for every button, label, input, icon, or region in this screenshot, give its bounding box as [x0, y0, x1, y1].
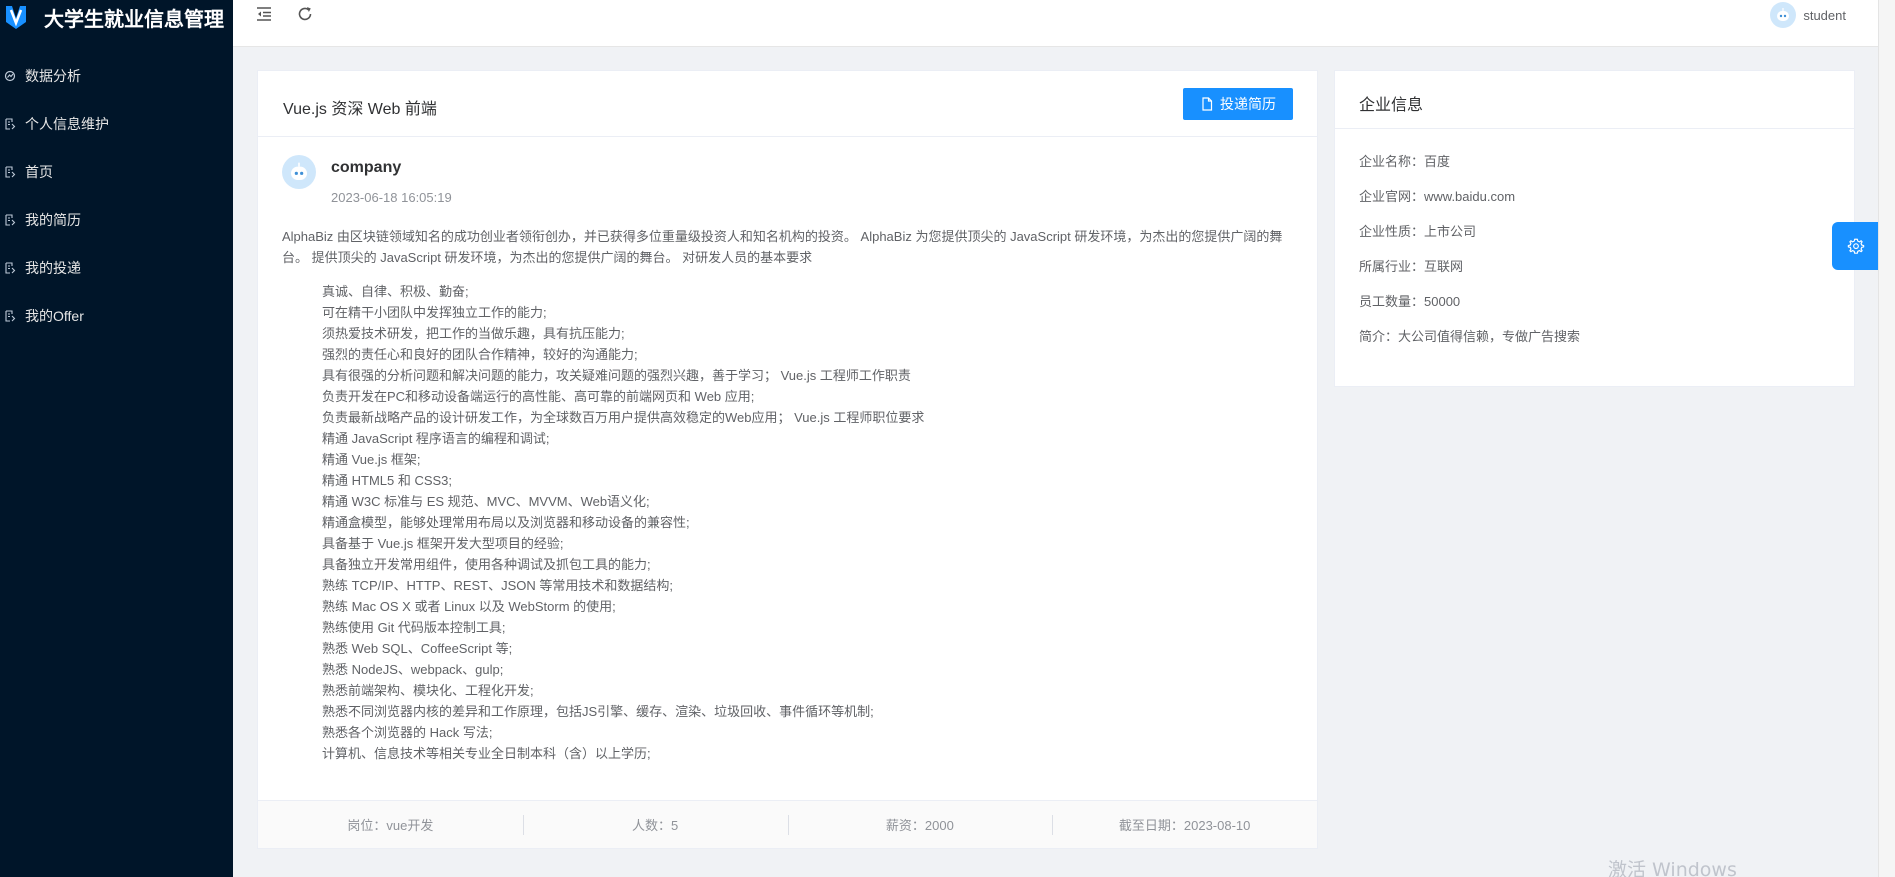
sidebar-item-home[interactable]: 首页	[0, 148, 233, 196]
list-item: 计算机、信息技术等相关专业全日制本科（含）以上学历;	[322, 746, 651, 761]
job-title: Vue.js 资深 Web 前端	[283, 101, 437, 118]
settings-button[interactable]	[1832, 222, 1880, 270]
list-item: 熟悉不同浏览器内核的差异和工作原理，包括JS引擎、缓存、渲染、垃圾回收、事件循环…	[322, 704, 874, 719]
list-item: 精通盒模型，能够处理常用布局以及浏览器和移动设备的兼容性;	[322, 515, 690, 530]
list-item: 熟悉 Web SQL、CoffeeScript 等;	[322, 641, 513, 656]
document-icon	[3, 117, 17, 131]
sidebar-item-my-resume[interactable]: 我的简历	[0, 196, 233, 244]
apply-resume-button[interactable]: 投递简历	[1183, 88, 1293, 120]
collapse-menu-icon	[257, 7, 271, 21]
job-deadline: 截至日期：2023-08-10	[1052, 801, 1317, 848]
poster-name: company	[331, 159, 402, 176]
requirements-list: 真诚、自律、积极、勤奋; 可在精干小团队中发挥独立工作的能力; 须热爱技术研发，…	[322, 281, 924, 764]
collapse-menu-button[interactable]	[252, 2, 276, 26]
company-website-field: 企业官网：www.baidu.com	[1359, 189, 1516, 204]
job-headcount: 人数：5	[522, 801, 788, 848]
company-info-card: 企业信息 企业名称：百度 企业官网：www.baidu.com 企业性质：上市公…	[1334, 70, 1855, 387]
list-item: 强烈的责任心和良好的团队合作精神，较好的沟通能力;	[322, 347, 638, 362]
list-item: 熟练使用 Git 代码版本控制工具;	[322, 620, 506, 635]
sidebar-item-label: 数据分析	[25, 68, 81, 84]
company-section-title: 企业信息	[1359, 97, 1424, 114]
sidebar-item-label: 我的Offer	[25, 308, 84, 324]
company-name-field: 企业名称：百度	[1359, 154, 1451, 169]
document-icon	[3, 309, 17, 323]
sidebar-item-profile[interactable]: 个人信息维护	[0, 100, 233, 148]
list-item: 可在精干小团队中发挥独立工作的能力;	[322, 305, 547, 320]
document-icon	[3, 213, 17, 227]
company-employees-field: 员工数量：50000	[1359, 294, 1461, 309]
refresh-button[interactable]	[293, 2, 317, 26]
app-title: 大学生就业信息管理	[44, 8, 224, 31]
job-salary: 薪资：2000	[787, 801, 1053, 848]
refresh-icon	[298, 7, 312, 21]
sidebar-item-label: 个人信息维护	[25, 116, 109, 132]
job-detail-card: Vue.js 资深 Web 前端 投递简历 company 2023-06-18…	[257, 70, 1318, 849]
logo-icon	[6, 6, 26, 29]
list-item: 精通 Vue.js 框架;	[322, 452, 421, 467]
top-header: student	[233, 0, 1878, 47]
post-timestamp: 2023-06-18 16:05:19	[331, 190, 452, 205]
sidebar: 大学生就业信息管理 数据分析 个人信息维护 首页 我的简历 我的投递 我的Off…	[0, 0, 233, 877]
avatar	[1770, 2, 1797, 28]
sidebar-menu: 数据分析 个人信息维护 首页 我的简历 我的投递 我的Offer	[0, 52, 233, 340]
document-icon	[1202, 97, 1213, 111]
company-fields: 企业名称：百度 企业官网：www.baidu.com 企业性质：上市公司 所属行…	[1359, 154, 1580, 364]
list-item: 负责开发在PC和移动设备端运行的高性能、高可靠的前端网页和 Web 应用;	[322, 389, 755, 404]
robot-avatar-icon	[1777, 8, 1790, 21]
job-summary-footer: 岗位：vue开发 人数：5 薪资：2000 截至日期：2023-08-10	[258, 800, 1317, 848]
list-item: 具备基于 Vue.js 框架开发大型项目的经验;	[322, 536, 564, 551]
list-item: 具备独立开发常用组件，使用各种调试及抓包工具的能力;	[322, 557, 651, 572]
sidebar-item-my-offer[interactable]: 我的Offer	[0, 292, 233, 340]
company-industry-field: 所属行业：互联网	[1359, 259, 1464, 274]
sidebar-item-my-applications[interactable]: 我的投递	[0, 244, 233, 292]
list-item: 精通 HTML5 和 CSS3;	[322, 473, 453, 488]
robot-avatar-icon	[291, 162, 307, 180]
sidebar-item-label: 我的投递	[25, 260, 81, 276]
list-item: 须热爱技术研发，把工作的当做乐趣，具有抗压能力;	[322, 326, 625, 341]
job-introduction: AlphaBiz 由区块链领域知名的成功创业者领衔创办，并已获得多位重量级投资人…	[282, 229, 1283, 265]
list-item: 熟悉各个浏览器的 Hack 写法;	[322, 725, 493, 740]
document-icon	[3, 165, 17, 179]
document-icon	[3, 261, 17, 275]
company-intro-field: 简介：大公司值得信赖，专做广告搜索	[1359, 329, 1581, 344]
company-card-header: 企业信息	[1335, 71, 1854, 129]
job-position: 岗位：vue开发	[347, 818, 434, 833]
list-item: 负责最新战略产品的设计研发工作，为全球数百万用户提供高效稳定的Web应用； Vu…	[322, 410, 925, 425]
list-item: 熟练 Mac OS X 或者 Linux 以及 WebStorm 的使用;	[322, 599, 616, 614]
list-item: 精通 W3C 标准与 ES 规范、MVC、MVVM、Web语义化;	[322, 494, 650, 509]
list-item: 熟悉 NodeJS、webpack、gulp;	[322, 662, 504, 677]
list-item: 精通 JavaScript 程序语言的编程和调试;	[322, 431, 550, 446]
list-item: 熟悉前端架构、模块化、工程化开发;	[322, 683, 534, 698]
sidebar-item-label: 首页	[25, 164, 53, 180]
job-card-header: Vue.js 资深 Web 前端 投递简历	[258, 71, 1317, 137]
list-item: 具有很强的分析问题和解决问题的能力，攻关疑难问题的强烈兴趣，善于学习； Vue.…	[322, 368, 911, 383]
logo[interactable]: 大学生就业信息管理	[0, 0, 233, 34]
poster-avatar	[282, 155, 316, 189]
sidebar-item-label: 我的简历	[25, 212, 81, 228]
username: student	[1803, 7, 1846, 23]
windows-activation-watermark: 激活 Windows	[1608, 859, 1737, 877]
gear-icon	[1847, 238, 1865, 254]
chart-icon	[3, 69, 17, 83]
vertical-scrollbar[interactable]	[1878, 0, 1895, 877]
list-item: 熟练 TCP/IP、HTTP、REST、JSON 等常用技术和数据结构;	[322, 578, 674, 593]
apply-button-label: 投递简历	[1220, 96, 1276, 112]
sidebar-item-data-analysis[interactable]: 数据分析	[0, 52, 233, 100]
user-menu[interactable]: student	[1770, 2, 1846, 28]
company-type-field: 企业性质：上市公司	[1359, 224, 1477, 239]
list-item: 真诚、自律、积极、勤奋;	[322, 284, 469, 299]
